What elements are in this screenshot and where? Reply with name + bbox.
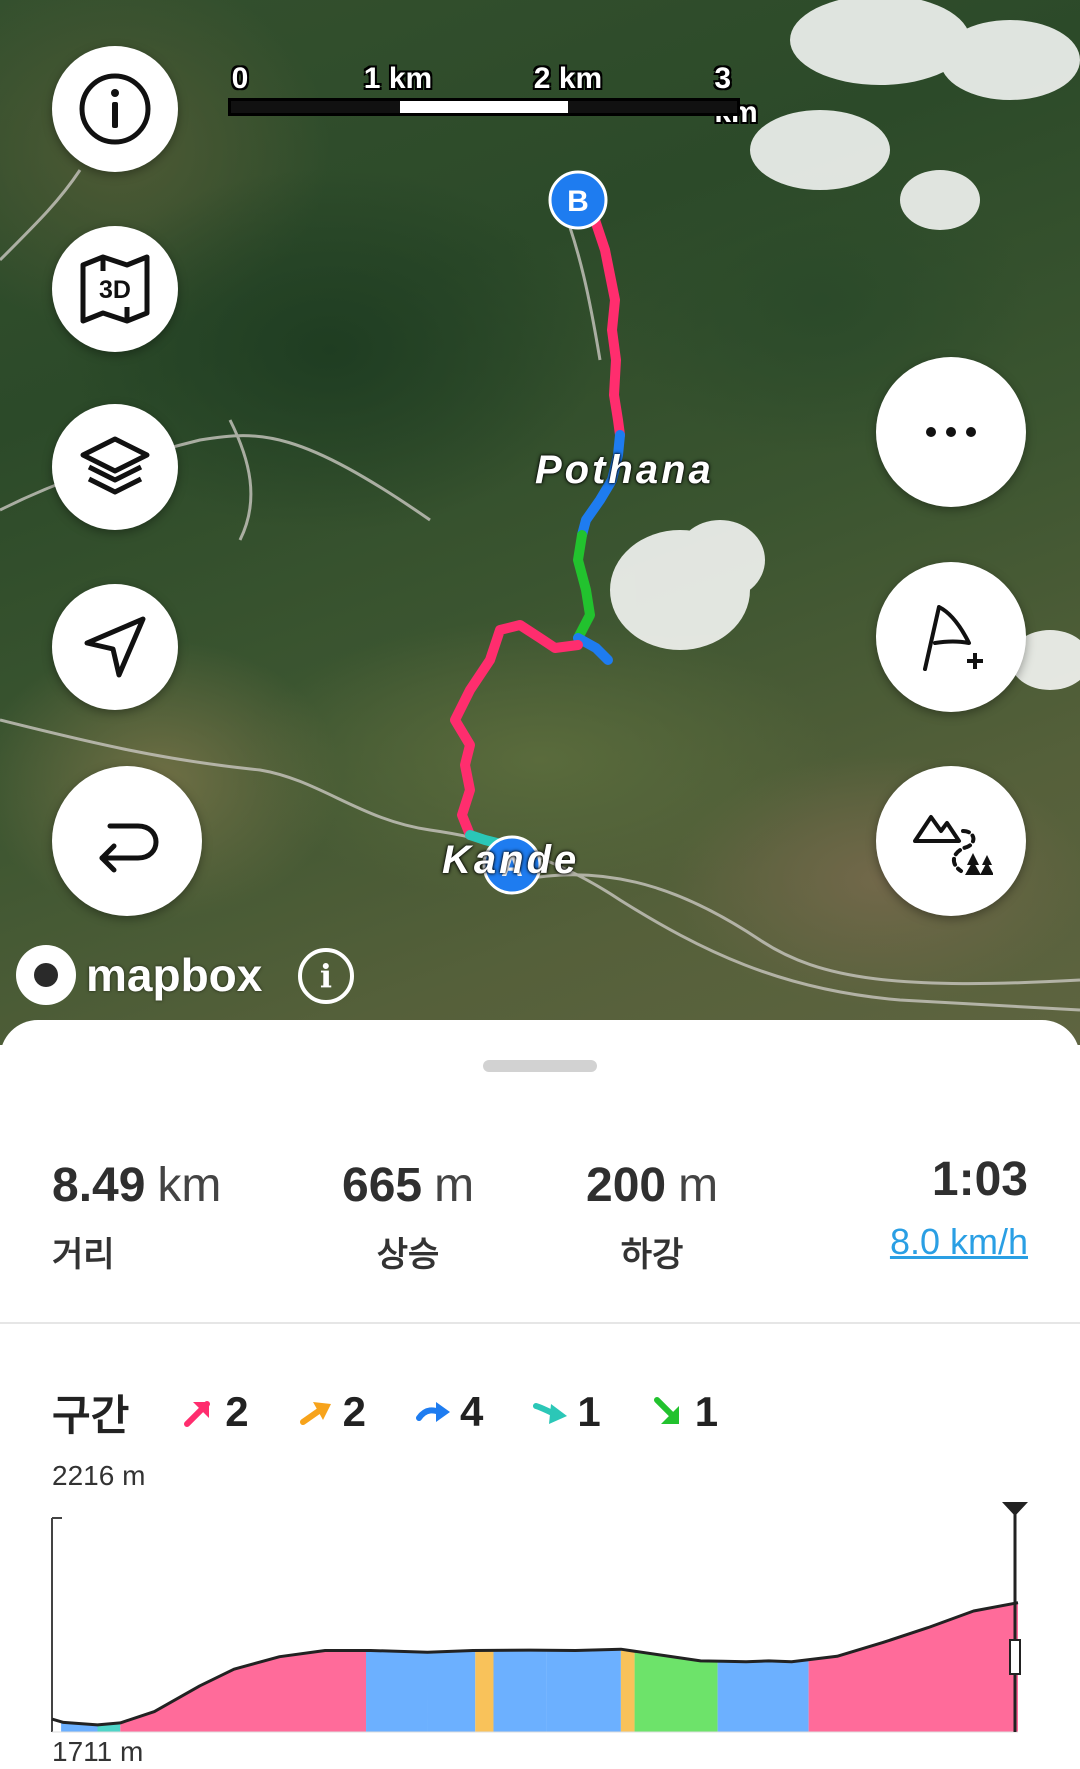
3d-map-button[interactable]: 3D [52, 226, 178, 352]
stat-ascent: 665 m 상승 [342, 1158, 474, 1276]
cursor-triangle-icon [1002, 1502, 1028, 1516]
route-details-sheet: 8.49 km 거리 665 m 상승 200 m 하강 1:03 8.0 km/h … [0, 1020, 1080, 1769]
scale-label-2km: 2 km [533, 62, 603, 95]
map-scale-bar: 0 1 km 2 km 3 km [228, 62, 758, 129]
segment-steep-up[interactable]: 2 [181, 1388, 249, 1436]
route-end-marker[interactable]: B [548, 170, 608, 230]
elevation-profile[interactable]: 2216 m 1711 m [0, 1460, 1080, 1769]
3d-icon-text: 3D [99, 276, 131, 304]
route-line [450, 215, 625, 850]
layers-icon [80, 436, 150, 495]
segment-slight-down-count: 1 [577, 1388, 601, 1435]
steep-up-arrow-icon [184, 1401, 211, 1427]
elevation-segment-steep_down-9 [634, 1651, 718, 1732]
3d-map-icon: 3D [80, 254, 150, 324]
section-divider [0, 1322, 1080, 1324]
elevation-segment-moderate_up-5 [475, 1650, 494, 1732]
descent-label: 하강 [620, 1236, 684, 1274]
speed-link[interactable]: 8.0 km/h [890, 1221, 1028, 1263]
scale-label-1km: 1 km [363, 62, 433, 95]
segments-title: 구간 [52, 1391, 130, 1439]
locate-button[interactable] [52, 584, 178, 710]
place-label-pothana: Pothana [535, 448, 714, 492]
segment-moderate-up[interactable]: 2 [299, 1388, 366, 1436]
info-icon [79, 73, 151, 145]
segment-steep-down-count: 1 [694, 1388, 719, 1435]
layers-button[interactable] [52, 404, 178, 530]
distance-label: 거리 [52, 1236, 115, 1274]
ascent-unit: m [434, 1159, 475, 1212]
duration-value: 1:03 [931, 1153, 1028, 1206]
segment-moderate-up-count: 2 [342, 1388, 366, 1435]
flat-arrow-icon [416, 1402, 450, 1422]
stat-distance: 8.49 km 거리 [52, 1158, 221, 1276]
mapbox-logo[interactable]: mapbox [16, 945, 262, 1005]
segment-flat[interactable]: 4 [416, 1388, 483, 1436]
elevation-segment-steep_up-2 [120, 1650, 367, 1732]
elevation-segment-flat-6 [493, 1650, 547, 1732]
segments-summary: 구간 2 2 4 1 1 [52, 1382, 768, 1442]
elevation-segment-moderate_up-8 [620, 1649, 635, 1732]
flag-plus-icon [923, 605, 983, 671]
segment-slight-down[interactable]: 1 [533, 1388, 601, 1436]
mapbox-wordmark: mapbox [86, 949, 263, 1001]
navigation-arrow-icon [84, 616, 146, 678]
elevation-min-label: 1711 m [52, 1736, 144, 1767]
ascent-label: 상승 [376, 1236, 440, 1274]
elevation-segment-steep_up-11 [808, 1602, 1018, 1732]
u-turn-arrow-icon [99, 823, 159, 873]
add-waypoint-button[interactable] [876, 562, 1026, 712]
distance-value: 8.49 [52, 1159, 146, 1212]
attribution-info-icon: i [319, 957, 333, 995]
descent-value: 200 [586, 1159, 667, 1212]
segment-steep-down[interactable]: 1 [651, 1388, 718, 1436]
stat-duration: 1:03 8.0 km/h [890, 1152, 1028, 1263]
descent-unit: m [678, 1159, 719, 1212]
slight-down-arrow-icon [533, 1403, 568, 1424]
route-stats: 8.49 km 거리 665 m 상승 200 m 하강 1:03 8.0 km/h [0, 1153, 1080, 1278]
scale-label-3km: 3 km [714, 62, 757, 129]
map-view[interactable]: B A Pothana Kande 0 1 km 2 km 3 km 3D [0, 0, 1080, 1045]
segment-flat-count: 4 [460, 1388, 484, 1435]
steep-down-arrow-icon [653, 1397, 679, 1424]
segment-steep-up-count: 2 [225, 1388, 249, 1435]
elevation-segment-flat-10 [717, 1659, 809, 1732]
elevation-segment-flat-4 [427, 1650, 476, 1732]
scale-bar-graphic [228, 98, 740, 116]
stat-descent: 200 m 하강 [586, 1158, 718, 1276]
place-label-kande: Kande [442, 838, 580, 882]
ascent-value: 665 [342, 1159, 423, 1212]
attribution-info-button[interactable]: i [298, 948, 354, 1004]
reverse-route-button[interactable] [52, 766, 202, 916]
cursor-drag-handle [1009, 1639, 1021, 1675]
mapbox-mark-icon [16, 945, 76, 1005]
moderate-up-arrow-icon [299, 1402, 331, 1425]
more-dots-icon [926, 427, 976, 437]
more-button[interactable] [876, 357, 1026, 507]
info-button[interactable] [52, 46, 178, 172]
mountain-trail-icon [913, 815, 993, 875]
distance-unit: km [157, 1159, 222, 1212]
elevation-chart [51, 1502, 1028, 1733]
elevation-segment-flat-3 [366, 1650, 428, 1732]
scale-label-0: 0 [231, 62, 249, 95]
end-marker-label: B [567, 185, 589, 218]
elevation-segment-flat-7 [546, 1649, 621, 1732]
trail-explore-button[interactable] [876, 766, 1026, 916]
sheet-drag-handle[interactable] [483, 1060, 597, 1072]
